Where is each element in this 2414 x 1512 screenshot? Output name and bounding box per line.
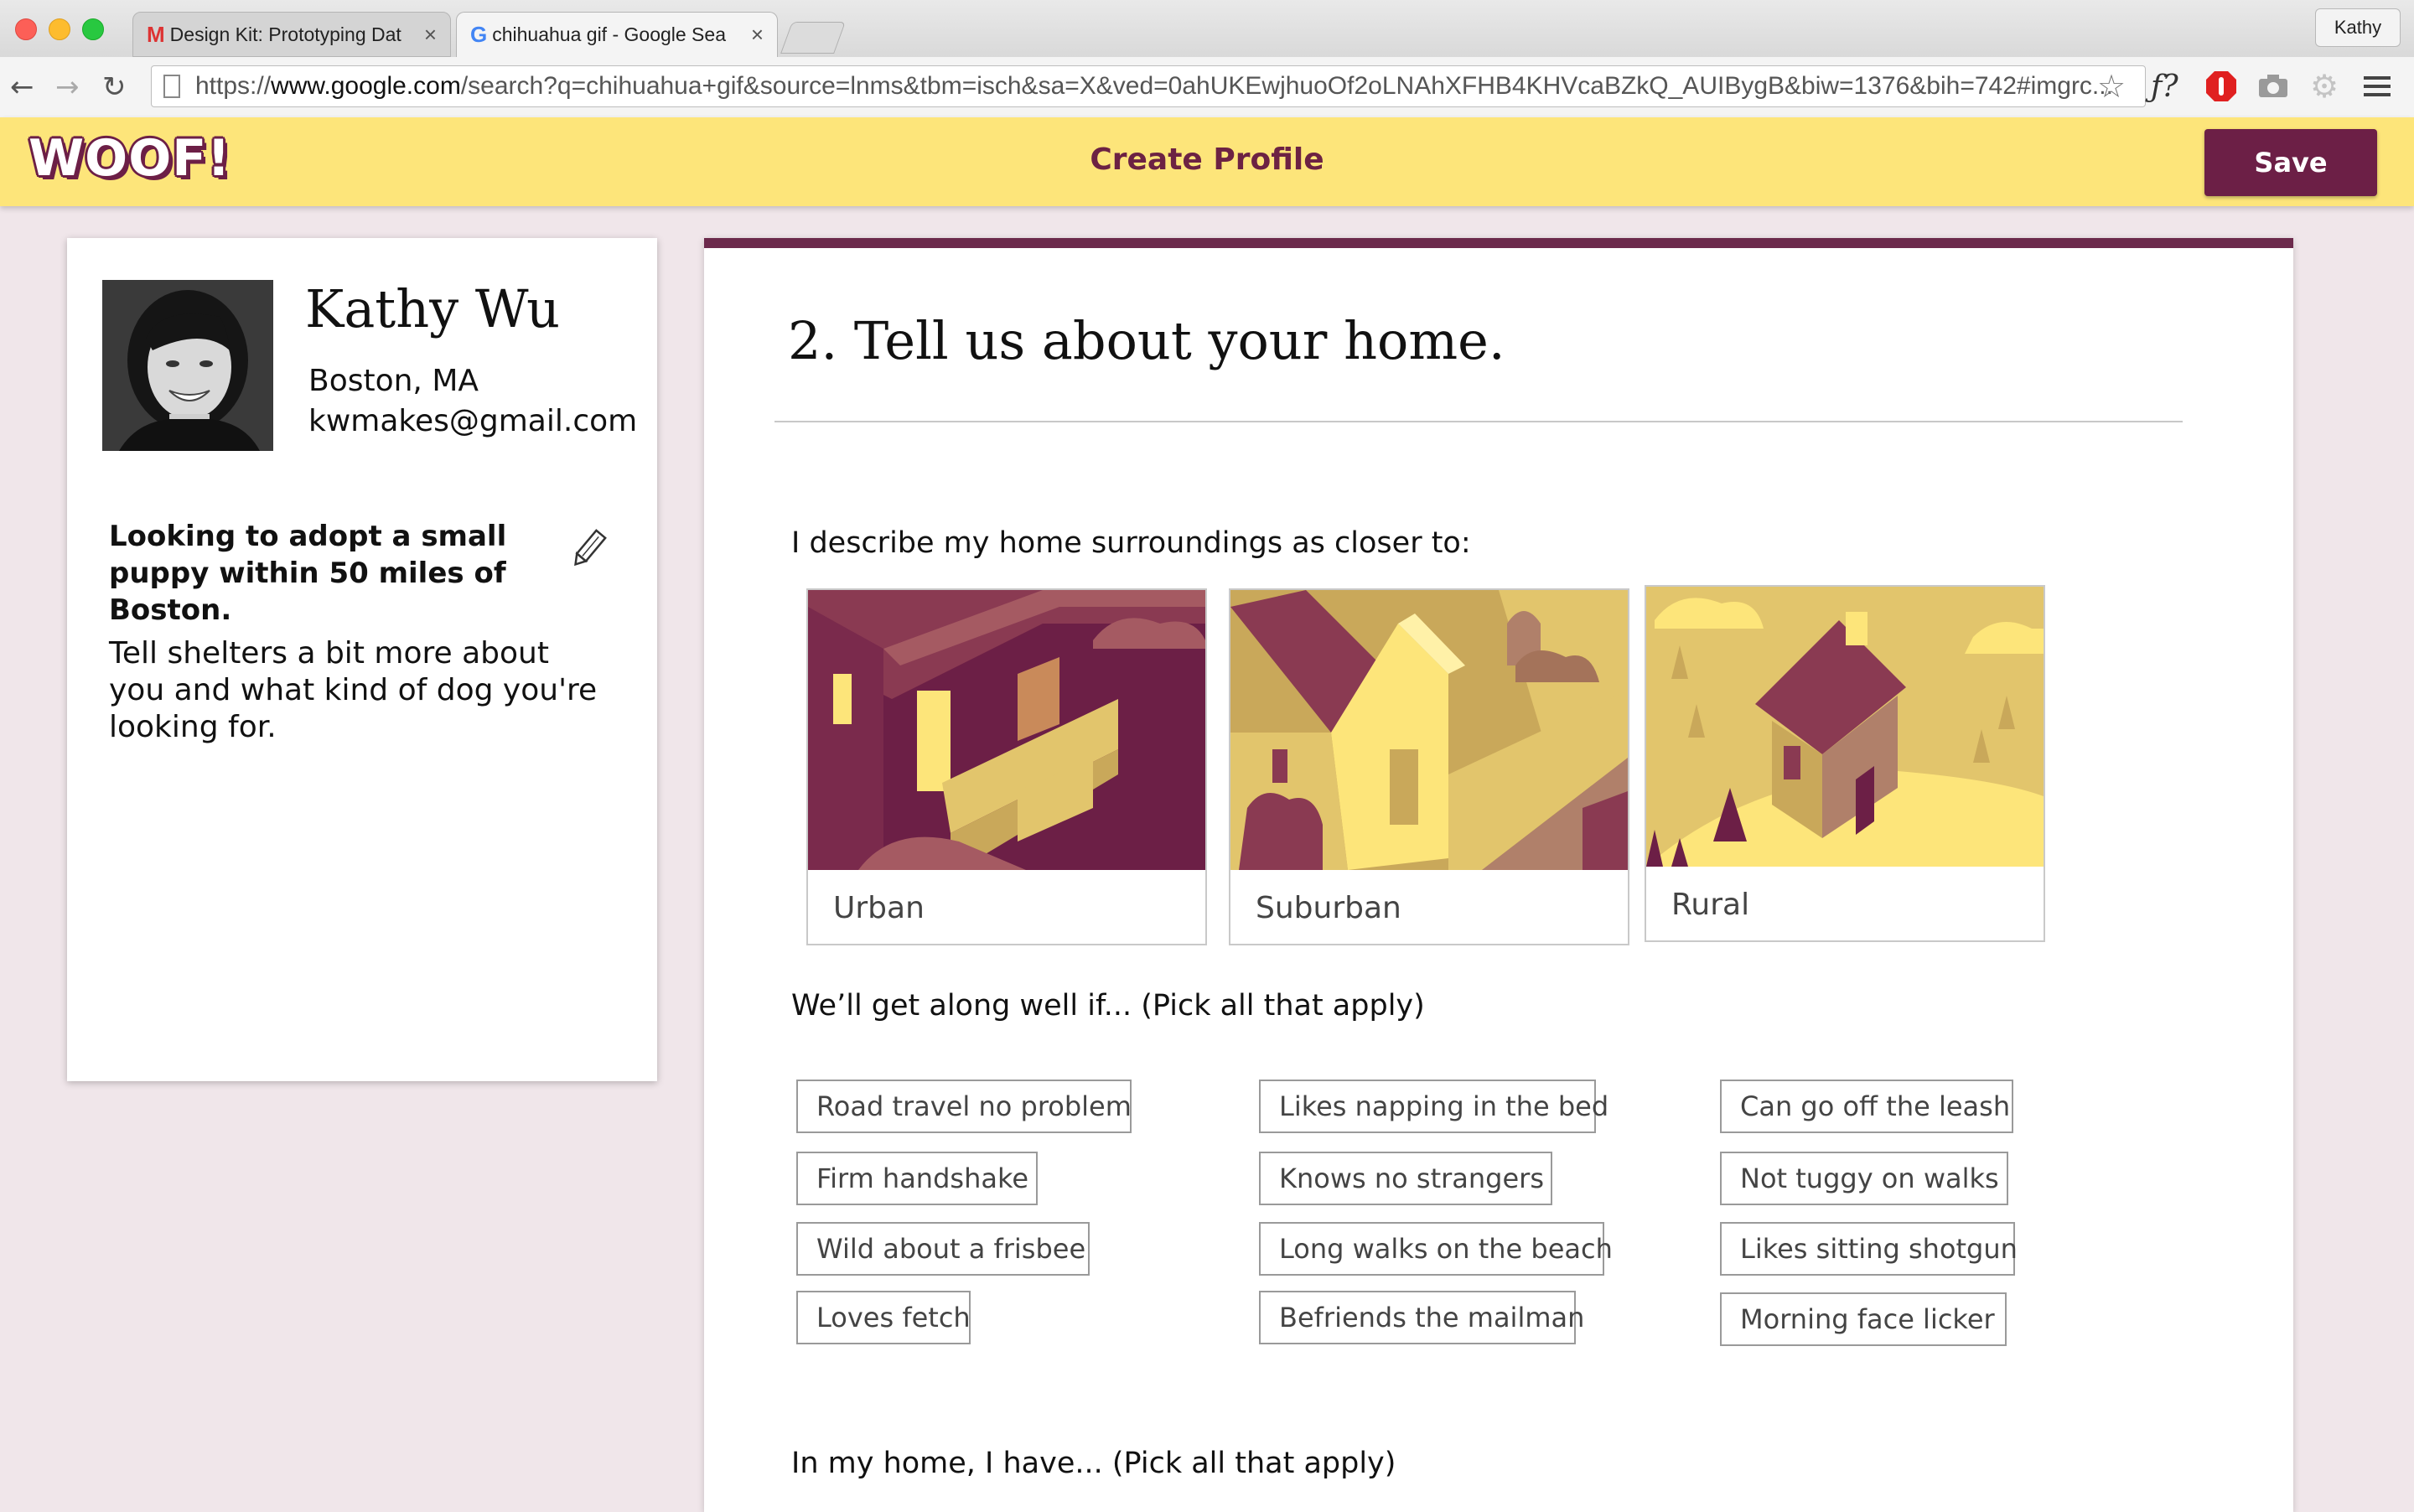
camera-icon[interactable]: [2258, 69, 2288, 104]
trait-chip[interactable]: Can go off the leash: [1720, 1080, 2013, 1133]
surrounding-label: Suburban: [1256, 891, 1401, 925]
url-host: www.google.com: [271, 72, 461, 100]
suburban-illustration-icon: [1230, 590, 1628, 870]
profile-user-name: Kathy: [2334, 17, 2382, 38]
surrounding-option-urban[interactable]: Urban: [806, 588, 1207, 945]
browser-toolbar: ← → ↻ https://www.google.com/search?q=ch…: [0, 57, 2414, 118]
trait-chip[interactable]: Not tuggy on walks: [1720, 1152, 2008, 1205]
profile-card: Kathy Wu Boston, MA kwmakes@gmail.com Lo…: [67, 238, 657, 1081]
chip-label: Wild about a frisbee: [816, 1233, 1086, 1265]
chip-label: Road travel no problem: [816, 1090, 1132, 1122]
minimize-window-button[interactable]: [49, 18, 70, 40]
close-tab-icon[interactable]: ×: [751, 22, 764, 48]
app-header: WOOF! Create Profile Save: [0, 117, 2414, 206]
url-path: /search?q=chihuahua+gif&source=lnms&tbm=…: [460, 72, 2113, 100]
reload-icon[interactable]: ↻: [102, 72, 127, 102]
surrounding-option-suburban[interactable]: Suburban: [1229, 588, 1629, 945]
surroundings-question: I describe my home surroundings as close…: [791, 526, 1471, 560]
trait-chip[interactable]: Road travel no problem: [796, 1080, 1132, 1133]
trait-chip[interactable]: Long walks on the beach: [1259, 1222, 1613, 1276]
save-button[interactable]: Save: [2204, 129, 2377, 196]
surrounding-label: Rural: [1671, 888, 1750, 922]
chip-label: Not tuggy on walks: [1740, 1162, 1999, 1194]
chip-label: Likes sitting shotgun: [1740, 1233, 2018, 1265]
section-divider: [774, 421, 2183, 422]
adblock-stop-icon[interactable]: [2204, 69, 2238, 104]
chip-label: Morning face licker: [1740, 1303, 1995, 1335]
rural-illustration-icon: [1646, 587, 2044, 867]
address-bar[interactable]: https://www.google.com/search?q=chihuahu…: [151, 65, 2146, 107]
maximize-window-button[interactable]: [82, 18, 104, 40]
page-icon: [163, 75, 180, 98]
pencil-edit-icon[interactable]: [570, 528, 607, 573]
section-title: 2. Tell us about your home.: [788, 310, 1505, 371]
tab-design-kit[interactable]: M Design Kit: Prototyping Dat ×: [132, 12, 451, 57]
forward-arrow-icon[interactable]: →: [55, 72, 80, 102]
chip-label: Befriends the mailman: [1279, 1302, 1585, 1333]
chip-label: Long walks on the beach: [1279, 1233, 1613, 1265]
trait-chip[interactable]: Loves fetch: [796, 1291, 971, 1344]
chip-label: Likes napping in the bed: [1279, 1090, 1609, 1122]
surrounding-label: Urban: [833, 891, 925, 925]
chip-label: Knows no strangers: [1279, 1162, 1544, 1194]
close-tab-icon[interactable]: ×: [424, 22, 437, 48]
google-icon: G: [470, 22, 488, 47]
adoption-goal-text: Looking to adopt a small puppy within 50…: [109, 520, 507, 627]
close-window-button[interactable]: [15, 18, 37, 40]
surrounding-option-rural[interactable]: Rural: [1645, 585, 2045, 942]
avatar: [102, 280, 273, 451]
chip-label: Firm handshake: [816, 1162, 1029, 1194]
trait-chip[interactable]: Wild about a frisbee: [796, 1222, 1090, 1276]
trait-chip[interactable]: Morning face licker: [1720, 1292, 2007, 1346]
chip-label: Loves fetch: [816, 1302, 971, 1333]
new-tab-button[interactable]: [780, 22, 846, 54]
profile-location: Boston, MA: [308, 364, 479, 398]
browser-tab-strip: M Design Kit: Prototyping Dat × G chihua…: [0, 0, 2414, 57]
profile-email: kwmakes@gmail.com: [308, 404, 638, 438]
trait-chip[interactable]: Likes sitting shotgun: [1720, 1222, 2018, 1276]
home-items-question: In my home, I have... (Pick all that app…: [791, 1447, 1396, 1480]
home-form-panel: 2. Tell us about your home. I describe m…: [704, 238, 2293, 1512]
page-title: Create Profile: [1090, 142, 1324, 177]
trait-chip[interactable]: Likes napping in the bed: [1259, 1080, 1608, 1133]
back-arrow-icon[interactable]: ←: [10, 72, 34, 102]
gear-icon[interactable]: ⚙: [2310, 68, 2339, 105]
traits-question: We’ll get along well if... (Pick all tha…: [791, 989, 1425, 1023]
extension-f-icon[interactable]: ƒ?: [2151, 69, 2178, 104]
chip-label: Can go off the leash: [1740, 1090, 2011, 1122]
trait-chip[interactable]: Firm handshake: [796, 1152, 1038, 1205]
bookmark-star-icon[interactable]: ☆: [2097, 68, 2126, 105]
tab-title: chihuahua gif - Google Sea: [492, 23, 726, 45]
urban-illustration-icon: [808, 590, 1205, 870]
url-scheme: https://: [195, 72, 272, 100]
profile-hint-text: Tell shelters a bit more about you and w…: [109, 636, 598, 744]
menu-icon[interactable]: [2364, 69, 2391, 104]
trait-chip[interactable]: Befriends the mailman: [1259, 1291, 1584, 1344]
tab-chihuahua[interactable]: G chihuahua gif - Google Sea ×: [456, 12, 778, 57]
tab-title: Design Kit: Prototyping Dat: [169, 23, 401, 45]
profile-user-button[interactable]: Kathy: [2315, 8, 2401, 47]
gmail-icon: M: [147, 21, 165, 47]
profile-name: Kathy Wu: [305, 278, 561, 339]
trait-chip[interactable]: Knows no strangers: [1259, 1152, 1552, 1205]
